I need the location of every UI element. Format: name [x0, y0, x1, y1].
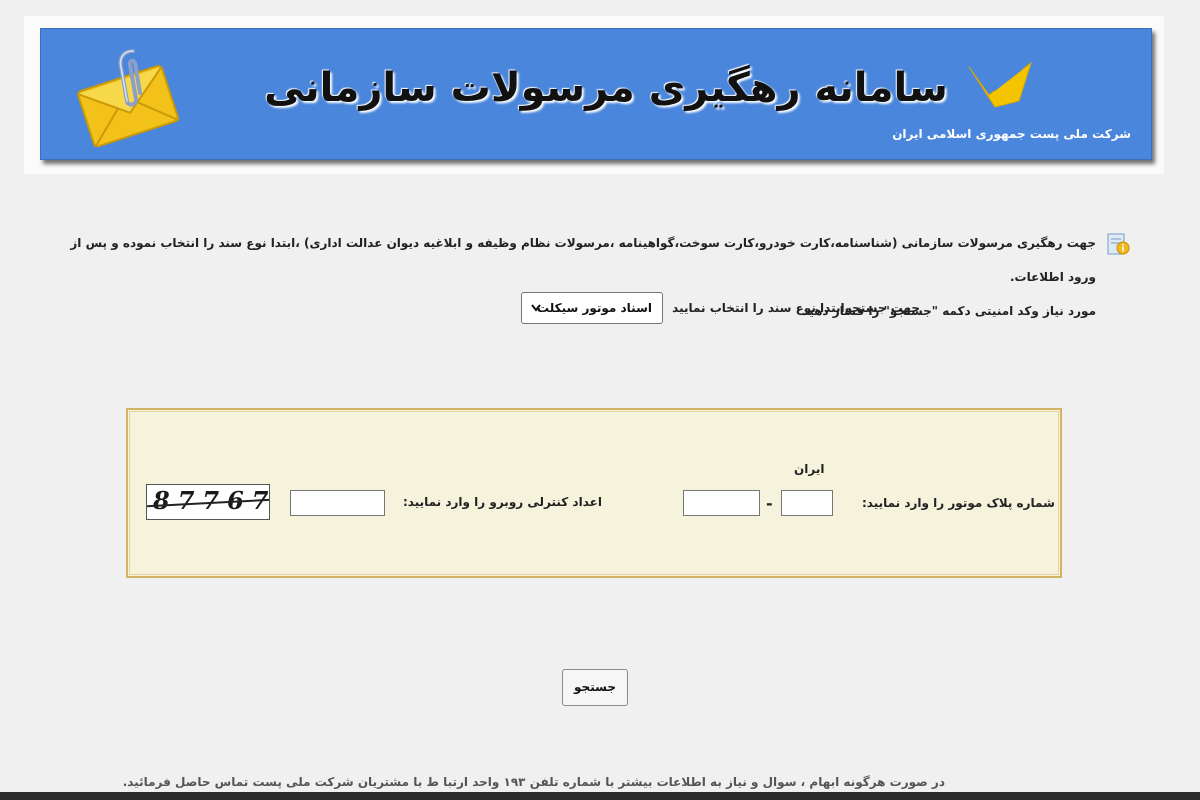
plate-iran-label: ایران	[794, 462, 825, 476]
plate-part-2-input[interactable]	[683, 490, 760, 516]
doc-type-row: جهت جستجوابتدا نوع سند را انتخاب نمایید …	[500, 292, 920, 326]
company-name: شرکت ملی پست جمهوری اسلامی ایران	[892, 127, 1131, 141]
page: سامانه رهگیری مرسولات سازمانی شرکت ملی پ…	[0, 0, 1200, 800]
search-button[interactable]: جستجو	[562, 669, 628, 706]
info-icon	[1106, 232, 1130, 256]
footer-contact-text: در صورت هرگونه ابهام ، سوال و نیاز به اط…	[122, 775, 945, 789]
info-line-1: جهت رهگیری مرسولات سازمانی (شناسنامه،کار…	[70, 236, 1096, 284]
captcha-label: اعداد کنترلی روبرو را وارد نمایید:	[403, 495, 602, 509]
envelope-icon	[75, 43, 181, 151]
horizontal-scrollbar[interactable]	[0, 792, 1200, 800]
captcha-input[interactable]	[290, 490, 385, 516]
chevron-down-icon	[530, 293, 542, 334]
page-title: سامانه رهگیری مرسولات سازمانی	[264, 65, 948, 111]
header-banner: سامانه رهگیری مرسولات سازمانی شرکت ملی پ…	[40, 28, 1152, 160]
post-logo-icon	[968, 61, 1032, 108]
plate-part-1-input[interactable]	[781, 490, 833, 516]
plate-label: شماره پلاک موتور را وارد نمایید:	[862, 496, 1055, 510]
captcha-image: 87767	[146, 484, 270, 520]
doc-type-label: جهت جستجوابتدا نوع سند را انتخاب نمایید	[672, 301, 920, 315]
doc-type-selected: اسناد موتور سیکلت	[536, 301, 652, 315]
plate-dash: -	[766, 494, 773, 513]
scrollbar-thumb[interactable]	[0, 792, 1200, 800]
post-logo: شرکت ملی پست جمهوری اسلامی ایران	[892, 47, 1131, 147]
doc-type-select[interactable]: اسناد موتور سیکلت	[521, 292, 663, 324]
